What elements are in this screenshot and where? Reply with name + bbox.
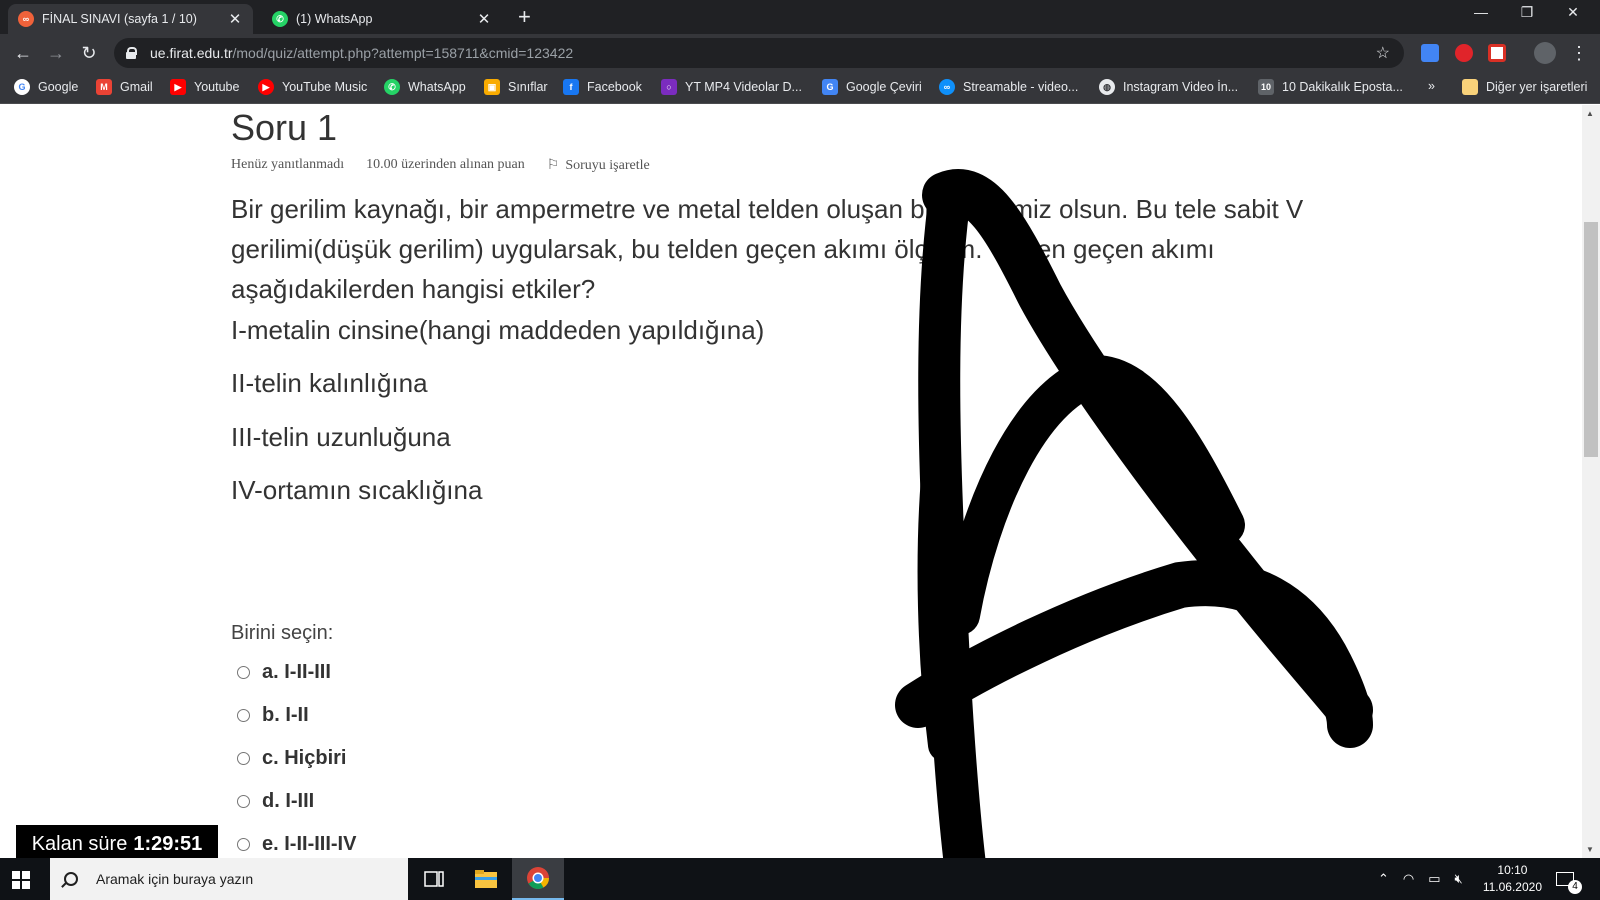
- bookmark-gmail[interactable]: M Gmail: [96, 79, 153, 95]
- clock-time: 10:10: [1497, 863, 1528, 877]
- bookmark-label: Streamable - video...: [963, 80, 1079, 94]
- adblock-extension-icon[interactable]: [1455, 44, 1473, 62]
- scrollbar-thumb[interactable]: [1584, 222, 1598, 457]
- folder-icon: [1462, 79, 1478, 95]
- taskbar-search[interactable]: Aramak için buraya yazın: [50, 858, 408, 900]
- quiz-page: Soru 1 Henüz yanıtlanmadı 10.00 üzerinde…: [0, 105, 1600, 858]
- bookmark-label: Youtube: [194, 80, 240, 94]
- timer-value: 1:29:51: [133, 833, 203, 855]
- search-icon: [64, 872, 78, 886]
- url-path: /mod/quiz/attempt.php?attempt=158711&cmi…: [232, 45, 574, 61]
- tab-title: FİNAL SINAVI (sayfa 1 / 10): [42, 12, 197, 26]
- scroll-down-icon[interactable]: ▼: [1586, 845, 1594, 854]
- globe-icon: ◍: [1099, 79, 1115, 95]
- bookmark-instagram-video[interactable]: ◍ Instagram Video İn...: [1099, 79, 1238, 95]
- file-explorer-icon[interactable]: [460, 858, 512, 900]
- translate-extension-icon[interactable]: [1421, 44, 1439, 62]
- windows-start-icon[interactable]: [12, 871, 30, 889]
- chrome-taskbar-icon[interactable]: [512, 858, 564, 900]
- classroom-icon: ▣: [484, 79, 500, 95]
- time-remaining: Kalan süre 1:29:51: [16, 825, 218, 858]
- tab-title: (1) WhatsApp: [296, 12, 373, 26]
- gmail-icon: M: [96, 79, 112, 95]
- bookmark-google-translate[interactable]: G Google Çeviri: [822, 79, 922, 95]
- lock-icon: [126, 47, 137, 59]
- taskbar-clock[interactable]: 10:10 11.06.2020: [1483, 862, 1542, 896]
- bookmark-google[interactable]: G Google: [14, 79, 78, 95]
- search-placeholder: Aramak için buraya yazın: [96, 871, 254, 887]
- timer-label: Kalan süre: [31, 833, 128, 855]
- translate-icon: G: [822, 79, 838, 95]
- bookmark-label: 10 Dakikalık Eposta...: [1282, 80, 1403, 94]
- browser-toolbar: ← → ↻ ue.firat.edu.tr/mod/quiz/attempt.p…: [0, 34, 1600, 72]
- bookmark-youtube[interactable]: ▶ Youtube: [170, 79, 239, 95]
- system-tray: ⌃ ◠ ▭ 🔇︎: [1378, 858, 1463, 900]
- page-scrollbar[interactable]: ▲ ▼: [1582, 105, 1600, 858]
- clock-date: 11.06.2020: [1482, 880, 1542, 894]
- ten-minute-mail-icon: 10: [1258, 79, 1274, 95]
- bookmarks-bar: G Google M Gmail ▶ Youtube ▶ YouTube Music ✆…: [0, 72, 1600, 104]
- bookmark-star-icon[interactable]: ☆: [1376, 43, 1390, 63]
- show-hidden-icons[interactable]: ⌃: [1378, 871, 1389, 887]
- restore-button[interactable]: ❐: [1504, 4, 1550, 21]
- new-tab-button[interactable]: +: [518, 6, 531, 28]
- bookmark-label: Google: [38, 80, 79, 94]
- more-bookmarks-button[interactable]: »: [1428, 79, 1435, 93]
- bookmark-label: Sınıflar: [508, 80, 548, 94]
- video-download-icon: ○: [661, 79, 677, 95]
- bookmark-facebook[interactable]: f Facebook: [563, 79, 642, 95]
- bookmark-classroom[interactable]: ▣ Sınıflar: [484, 79, 548, 95]
- bookmark-label: WhatsApp: [408, 80, 466, 94]
- close-window-button[interactable]: ✕: [1550, 4, 1596, 21]
- tab-whatsapp[interactable]: ✆ (1) WhatsApp ✕: [262, 4, 502, 34]
- tab-final-exam[interactable]: ∞ FİNAL SINAVI (sayfa 1 / 10) ✕: [8, 4, 253, 34]
- youtube-music-icon: ▶: [258, 79, 274, 95]
- bookmark-label: Google Çeviri: [846, 80, 922, 94]
- network-icon[interactable]: ◠: [1403, 871, 1414, 887]
- bookmark-label: Instagram Video İn...: [1123, 80, 1239, 94]
- bookmark-whatsapp[interactable]: ✆ WhatsApp: [384, 79, 466, 95]
- back-arrow-icon[interactable]: ←: [12, 42, 34, 64]
- google-icon: G: [14, 79, 30, 95]
- battery-icon[interactable]: ▭: [1428, 871, 1440, 887]
- scroll-up-icon[interactable]: ▲: [1586, 109, 1594, 118]
- notification-center-icon[interactable]: 4: [1556, 858, 1588, 900]
- bookmark-label: Gmail: [120, 80, 153, 94]
- address-bar[interactable]: ue.firat.edu.tr/mod/quiz/attempt.php?att…: [114, 38, 1404, 68]
- handwritten-scribble: [895, 169, 1373, 858]
- bookmark-10-minute-mail[interactable]: 10 10 Dakikalık Eposta...: [1258, 79, 1403, 95]
- reload-icon[interactable]: ↻: [78, 42, 100, 64]
- whatsapp-icon: ✆: [272, 11, 288, 27]
- minimize-button[interactable]: —: [1458, 4, 1504, 20]
- bookmark-label: YouTube Music: [282, 80, 368, 94]
- bookmark-youtube-music[interactable]: ▶ YouTube Music: [258, 79, 367, 95]
- bookmark-label: Facebook: [587, 80, 642, 94]
- streamable-icon: ∞: [939, 79, 955, 95]
- other-bookmarks-folder[interactable]: Diğer yer işaretleri: [1462, 79, 1587, 95]
- tab-close-icon[interactable]: ✕: [227, 10, 243, 28]
- volume-muted-icon[interactable]: 🔇︎: [1455, 871, 1463, 887]
- profile-avatar[interactable]: [1534, 42, 1556, 64]
- whatsapp-icon: ✆: [384, 79, 400, 95]
- more-bookmarks-label: »: [1428, 79, 1435, 93]
- bookmark-streamable[interactable]: ∞ Streamable - video...: [939, 79, 1078, 95]
- tab-close-icon[interactable]: ✕: [476, 10, 492, 28]
- youtube-icon: ▶: [170, 79, 186, 95]
- bookmark-label: YT MP4 Videolar D...: [685, 80, 802, 94]
- menu-dots-icon[interactable]: ⋮: [1568, 42, 1590, 64]
- pocket-extension-icon[interactable]: [1488, 44, 1506, 62]
- notification-badge: 4: [1568, 880, 1582, 894]
- bookmark-label: Diğer yer işaretleri: [1486, 80, 1588, 94]
- windows-taskbar: Aramak için buraya yazın ⌃ ◠ ▭ 🔇︎ 10:10 …: [0, 858, 1600, 900]
- task-view-icon[interactable]: [408, 858, 460, 900]
- moodle-icon: ∞: [18, 11, 34, 27]
- bookmark-yt-mp4[interactable]: ○ YT MP4 Videolar D...: [661, 79, 802, 95]
- facebook-icon: f: [563, 79, 579, 95]
- url-host: ue.firat.edu.tr: [150, 45, 233, 61]
- forward-arrow-icon[interactable]: →: [45, 42, 67, 64]
- tab-strip: ∞ FİNAL SINAVI (sayfa 1 / 10) ✕ ✆ (1) Wh…: [0, 0, 1600, 34]
